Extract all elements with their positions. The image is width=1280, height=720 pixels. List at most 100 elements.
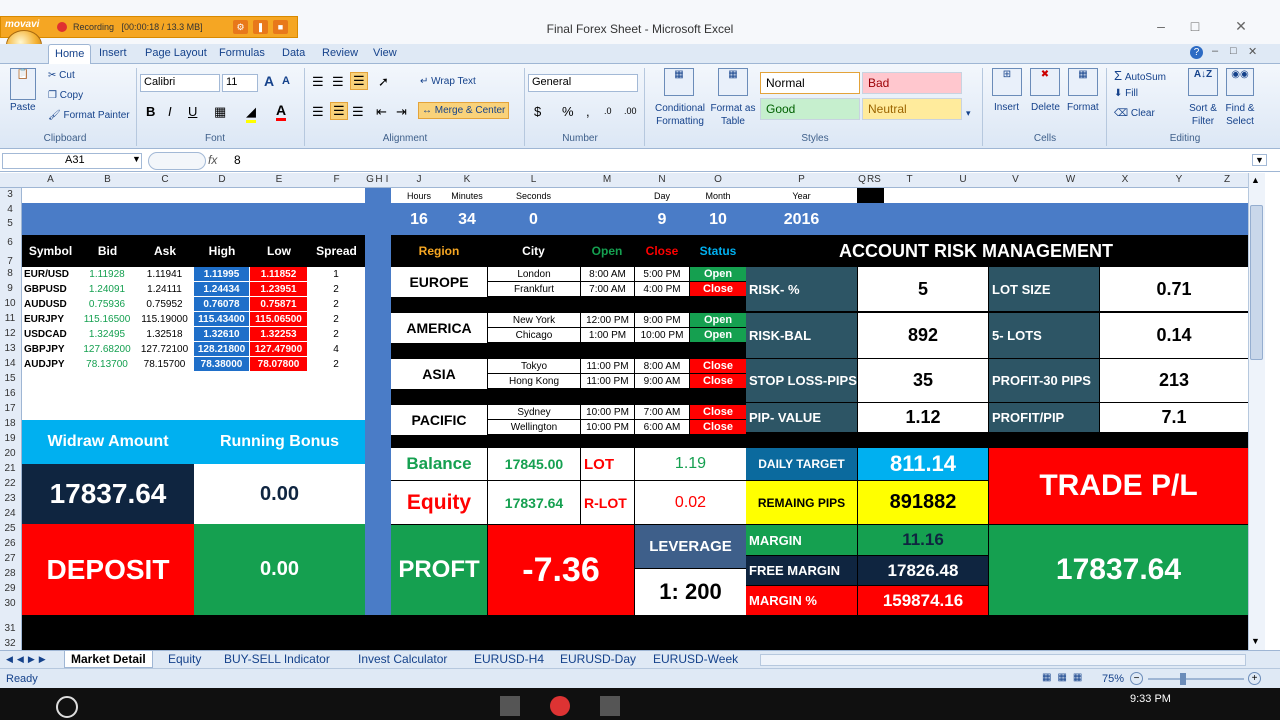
scroll-up-icon[interactable]: ▲ bbox=[1251, 175, 1260, 185]
recorder-app-icon[interactable] bbox=[550, 696, 570, 716]
style-good[interactable]: Good bbox=[760, 98, 860, 120]
format-cells-icon[interactable]: ▦ bbox=[1068, 68, 1098, 96]
sheet-tab[interactable]: EURUSD-Week bbox=[653, 652, 738, 666]
recorder-stop-icon[interactable]: ■ bbox=[273, 20, 288, 34]
column-header[interactable]: T bbox=[881, 174, 938, 185]
name-box-dropdown-icon[interactable]: ▼ bbox=[132, 154, 141, 164]
zoom-slider[interactable] bbox=[1148, 678, 1244, 680]
column-header[interactable]: W bbox=[1043, 174, 1098, 185]
find-select-button[interactable]: Find & Select bbox=[1222, 102, 1258, 128]
format-as-table-icon[interactable]: ▦ bbox=[718, 68, 748, 96]
style-bad[interactable]: Bad bbox=[862, 72, 962, 94]
fill-button[interactable]: ⬇ Fill bbox=[1114, 88, 1138, 99]
sheet-nav-arrows-icon[interactable]: ◀◀▶▶ bbox=[6, 654, 50, 665]
column-header[interactable]: C bbox=[136, 174, 194, 185]
autosum-button[interactable]: Σ AutoSum bbox=[1114, 68, 1166, 83]
row-header[interactable]: 31 bbox=[0, 623, 20, 634]
align-center-icon[interactable]: ☰ bbox=[330, 102, 348, 120]
row-header[interactable]: 5 bbox=[0, 218, 20, 229]
row-header[interactable]: 24 bbox=[0, 508, 20, 519]
sheet-tab[interactable]: EURUSD-Day bbox=[560, 652, 636, 666]
row-header[interactable]: 15 bbox=[0, 373, 20, 384]
conditional-formatting-icon[interactable]: ▦ bbox=[664, 68, 694, 96]
name-box[interactable]: A31 bbox=[2, 153, 142, 169]
underline-icon[interactable]: U bbox=[188, 104, 197, 119]
align-left-icon[interactable]: ☰ bbox=[312, 104, 324, 120]
align-bottom-icon[interactable]: ☰ bbox=[350, 72, 368, 90]
minimize-icon[interactable]: – bbox=[1150, 18, 1172, 38]
decrease-decimal-icon[interactable]: .00 bbox=[624, 106, 637, 116]
percent-icon[interactable]: % bbox=[562, 104, 574, 119]
row-header[interactable]: 9 bbox=[0, 283, 20, 294]
row-header[interactable]: 27 bbox=[0, 553, 20, 564]
column-header[interactable]: N bbox=[634, 174, 690, 185]
tab-data[interactable]: Data bbox=[282, 47, 305, 59]
bold-icon[interactable]: B bbox=[146, 104, 155, 119]
horizontal-scrollbar[interactable] bbox=[760, 654, 1246, 666]
sheet-tab[interactable]: Equity bbox=[168, 652, 201, 666]
row-header[interactable]: 32 bbox=[0, 638, 20, 649]
tab-formulas[interactable]: Formulas bbox=[219, 47, 265, 59]
row-header[interactable]: 8 bbox=[0, 268, 20, 279]
format-cells-button[interactable]: Format bbox=[1067, 102, 1099, 113]
orientation-icon[interactable]: ➚ bbox=[378, 74, 389, 90]
recorder-pause-icon[interactable]: ❚ bbox=[253, 20, 268, 34]
delete-cells-button[interactable]: Delete bbox=[1031, 102, 1060, 113]
font-size-box[interactable]: 11 bbox=[222, 74, 258, 92]
column-header[interactable]: L bbox=[487, 174, 580, 185]
row-header[interactable]: 21 bbox=[0, 463, 20, 474]
column-header[interactable]: U bbox=[938, 174, 988, 185]
align-right-icon[interactable]: ☰ bbox=[352, 104, 364, 120]
number-format-box[interactable]: General bbox=[528, 74, 638, 92]
view-buttons-icon[interactable]: ▦▦▦ bbox=[1042, 672, 1092, 685]
shrink-font-icon[interactable]: A bbox=[282, 75, 290, 87]
style-normal[interactable]: Normal bbox=[760, 72, 860, 94]
restore-icon[interactable]: □ bbox=[1184, 18, 1206, 38]
column-header[interactable]: X bbox=[1098, 174, 1152, 185]
column-header[interactable]: P bbox=[746, 174, 857, 185]
comma-icon[interactable]: , bbox=[586, 104, 590, 119]
row-header[interactable]: 23 bbox=[0, 493, 20, 504]
taskbar-app-icon[interactable] bbox=[600, 696, 620, 716]
column-header[interactable]: K bbox=[447, 174, 487, 185]
column-header[interactable]: S bbox=[874, 174, 881, 185]
sort-filter-button[interactable]: Sort & Filter bbox=[1184, 102, 1222, 128]
zoom-slider-handle[interactable] bbox=[1180, 673, 1186, 685]
merge-center-button[interactable]: ↔ Merge & Center bbox=[418, 102, 510, 119]
row-header[interactable]: 12 bbox=[0, 328, 20, 339]
insert-cells-button[interactable]: Insert bbox=[994, 102, 1019, 113]
column-header[interactable]: H bbox=[375, 174, 383, 185]
column-header[interactable]: Z bbox=[1206, 174, 1248, 185]
fx-icon[interactable]: fx bbox=[208, 153, 217, 167]
styles-more-icon[interactable]: ▾ bbox=[966, 108, 971, 119]
italic-icon[interactable]: I bbox=[168, 104, 172, 119]
delete-cells-icon[interactable]: ✖ bbox=[1030, 68, 1060, 96]
row-header[interactable]: 30 bbox=[0, 598, 20, 609]
tab-page-layout[interactable]: Page Layout bbox=[145, 47, 207, 59]
column-header[interactable]: R bbox=[867, 174, 874, 185]
row-header[interactable]: 7 bbox=[0, 256, 20, 267]
row-header[interactable]: 20 bbox=[0, 448, 20, 459]
paste-icon[interactable]: 📋 bbox=[10, 68, 36, 100]
sheet-tab[interactable]: Market Detail bbox=[64, 651, 153, 668]
scrollbar-thumb[interactable] bbox=[1250, 205, 1263, 360]
currency-icon[interactable]: $ bbox=[534, 104, 541, 119]
close-icon[interactable]: ✕ bbox=[1230, 18, 1252, 38]
row-header[interactable]: 16 bbox=[0, 388, 20, 399]
font-color-icon[interactable]: A bbox=[276, 102, 287, 121]
search-icon[interactable] bbox=[56, 696, 78, 718]
format-painter-button[interactable]: 🖌 Format Painter bbox=[48, 110, 130, 121]
clear-button[interactable]: ⌫ Clear bbox=[1114, 108, 1155, 119]
tab-home[interactable]: Home bbox=[48, 44, 92, 65]
column-header[interactable]: I bbox=[383, 174, 391, 185]
increase-indent-icon[interactable]: ⇥ bbox=[396, 104, 407, 120]
column-header[interactable]: Y bbox=[1152, 174, 1206, 185]
column-header[interactable]: Q bbox=[857, 174, 867, 185]
row-header[interactable]: 25 bbox=[0, 523, 20, 534]
help-icon[interactable]: ? bbox=[1190, 46, 1203, 59]
style-neutral[interactable]: Neutral bbox=[862, 98, 962, 120]
zoom-in-icon[interactable]: + bbox=[1248, 672, 1261, 685]
sheet-tab[interactable]: Invest Calculator bbox=[358, 652, 447, 666]
wrap-text-button[interactable]: ↵ Wrap Text bbox=[420, 76, 476, 87]
font-name-box[interactable]: Calibri bbox=[140, 74, 220, 92]
